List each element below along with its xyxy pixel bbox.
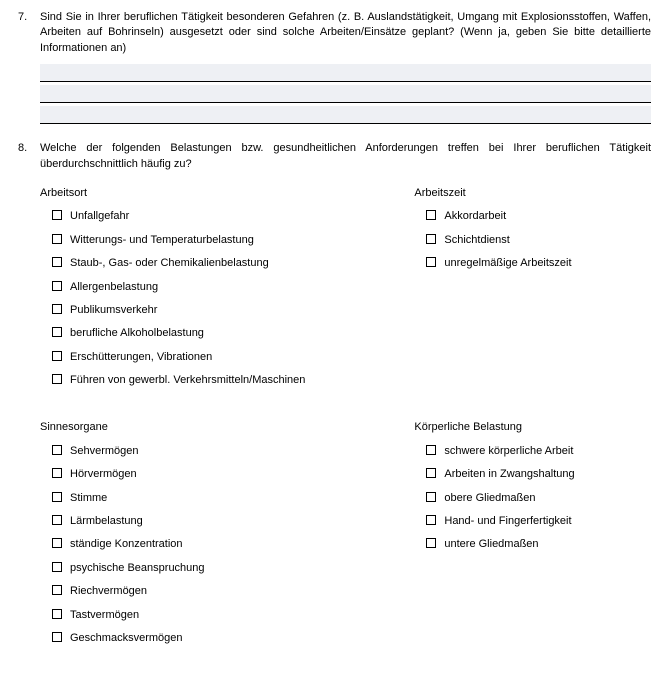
section-title: Körperliche Belastung: [414, 420, 651, 435]
question-text: Welche der folgenden Belastungen bzw. ge…: [40, 141, 651, 172]
checkbox-option: Tastvermögen: [52, 608, 394, 623]
checkbox[interactable]: [426, 468, 436, 478]
checkbox-label: Hand- und Fingerfertigkeit: [444, 514, 651, 529]
checkbox[interactable]: [426, 515, 436, 525]
question-body: Sind Sie in Ihrer beruflichen Tätigkeit …: [40, 10, 651, 127]
section-row: Arbeitsort Unfallgefahr Witterungs- und T…: [40, 180, 651, 407]
checkbox-label: Unfallgefahr: [70, 209, 394, 224]
section-title: Arbeitsort: [40, 186, 394, 201]
question-8: 8. Welche der folgenden Belastungen bzw.…: [18, 141, 651, 664]
checkbox-option: untere Gliedmaßen: [426, 537, 651, 552]
checkbox-option: Hand- und Fingerfertigkeit: [426, 514, 651, 529]
question-body: Welche der folgenden Belastungen bzw. ge…: [40, 141, 651, 664]
checkbox[interactable]: [52, 234, 62, 244]
checkbox-option: Sehvermögen: [52, 444, 394, 459]
checkbox-option: Staub-, Gas- oder Chemikalienbelastung: [52, 256, 394, 271]
answer-lines: [40, 64, 651, 124]
checkbox-option: Akkordarbeit: [426, 209, 651, 224]
checkbox[interactable]: [52, 538, 62, 548]
section-koerperlich: Körperliche Belastung schwere körperlich…: [414, 414, 651, 654]
checkbox-option: Erschütterungen, Vibrationen: [52, 350, 394, 365]
checkbox[interactable]: [426, 257, 436, 267]
checkbox-label: schwere körperliche Arbeit: [444, 444, 651, 459]
section-title: Arbeitszeit: [414, 186, 651, 201]
checkbox-option: Lärmbelastung: [52, 514, 394, 529]
checkbox[interactable]: [426, 210, 436, 220]
text-input-line[interactable]: [40, 85, 651, 103]
text-input-line[interactable]: [40, 106, 651, 124]
checkbox-label: Sehvermögen: [70, 444, 394, 459]
checkbox-label: Stimme: [70, 491, 394, 506]
checkbox-label: obere Gliedmaßen: [444, 491, 651, 506]
question-7: 7. Sind Sie in Ihrer beruflichen Tätigke…: [18, 10, 651, 127]
checkbox-option: Allergenbelastung: [52, 280, 394, 295]
checkbox-label: Riechvermögen: [70, 584, 394, 599]
checkbox-option: berufliche Alkoholbelastung: [52, 326, 394, 341]
checkbox-label: Witterungs- und Temperaturbelastung: [70, 233, 394, 248]
question-number: 7.: [18, 10, 40, 127]
checkbox-option: obere Gliedmaßen: [426, 491, 651, 506]
checkbox-option: Hörvermögen: [52, 467, 394, 482]
checkbox-option: unregelmäßige Arbeitszeit: [426, 256, 651, 271]
checkbox[interactable]: [52, 327, 62, 337]
checkbox-label: Erschütterungen, Vibrationen: [70, 350, 394, 365]
checkbox-label: untere Gliedmaßen: [444, 537, 651, 552]
checkbox-option: Riechvermögen: [52, 584, 394, 599]
checkbox-label: Allergenbelastung: [70, 280, 394, 295]
checkbox-label: Staub-, Gas- oder Chemikalienbelastung: [70, 256, 394, 271]
checkbox[interactable]: [52, 351, 62, 361]
section-arbeitsort: Arbeitsort Unfallgefahr Witterungs- und T…: [40, 180, 394, 397]
checkbox[interactable]: [52, 257, 62, 267]
checkbox-label: Akkordarbeit: [444, 209, 651, 224]
checkbox[interactable]: [52, 609, 62, 619]
checkbox-option: Geschmacksvermögen: [52, 631, 394, 646]
checkbox[interactable]: [426, 538, 436, 548]
checkbox-option: Stimme: [52, 491, 394, 506]
section-row: Sinnesorgane Sehvermögen Hörvermögen Stimm…: [40, 414, 651, 664]
checkbox[interactable]: [52, 304, 62, 314]
checkbox[interactable]: [52, 281, 62, 291]
checkbox-label: Führen von gewerbl. Verkehrsmitteln/Masc…: [70, 373, 394, 388]
text-input-line[interactable]: [40, 64, 651, 82]
checkbox-option: ständige Konzentration: [52, 537, 394, 552]
checkbox-option: Unfallgefahr: [52, 209, 394, 224]
checkbox[interactable]: [52, 632, 62, 642]
checkbox-label: Tastvermögen: [70, 608, 394, 623]
question-text: Sind Sie in Ihrer beruflichen Tätigkeit …: [40, 10, 651, 56]
checkbox[interactable]: [426, 492, 436, 502]
checkbox[interactable]: [426, 445, 436, 455]
checkbox-label: psychische Beanspruchung: [70, 561, 394, 576]
checkbox-option: psychische Beanspruchung: [52, 561, 394, 576]
checkbox-label: Publikumsverkehr: [70, 303, 394, 318]
checkbox[interactable]: [52, 562, 62, 572]
checkbox-label: Arbeiten in Zwangshaltung: [444, 467, 651, 482]
checkbox-label: Hörvermögen: [70, 467, 394, 482]
checkbox-option: Führen von gewerbl. Verkehrsmitteln/Masc…: [52, 373, 394, 388]
checkbox[interactable]: [52, 515, 62, 525]
checkbox-option: Publikumsverkehr: [52, 303, 394, 318]
checkbox[interactable]: [52, 374, 62, 384]
checkbox[interactable]: [426, 234, 436, 244]
checkbox-label: Lärmbelastung: [70, 514, 394, 529]
section-sinnesorgane: Sinnesorgane Sehvermögen Hörvermögen Stimm…: [40, 414, 394, 654]
checkbox-label: Schichtdienst: [444, 233, 651, 248]
checkbox[interactable]: [52, 585, 62, 595]
checkbox-label: unregelmäßige Arbeitszeit: [444, 256, 651, 271]
checkbox-label: Geschmacksvermögen: [70, 631, 394, 646]
question-number: 8.: [18, 141, 40, 664]
checkbox-label: berufliche Alkoholbelastung: [70, 326, 394, 341]
section-arbeitszeit: Arbeitszeit Akkordarbeit Schichtdienst unr…: [414, 180, 651, 397]
checkbox-option: Witterungs- und Temperaturbelastung: [52, 233, 394, 248]
section-title: Sinnesorgane: [40, 420, 394, 435]
checkbox-option: Arbeiten in Zwangshaltung: [426, 467, 651, 482]
checkbox-option: Schichtdienst: [426, 233, 651, 248]
checkbox-option: schwere körperliche Arbeit: [426, 444, 651, 459]
checkbox[interactable]: [52, 468, 62, 478]
checkbox[interactable]: [52, 492, 62, 502]
checkbox-label: ständige Konzentration: [70, 537, 394, 552]
checkbox[interactable]: [52, 445, 62, 455]
checkbox[interactable]: [52, 210, 62, 220]
